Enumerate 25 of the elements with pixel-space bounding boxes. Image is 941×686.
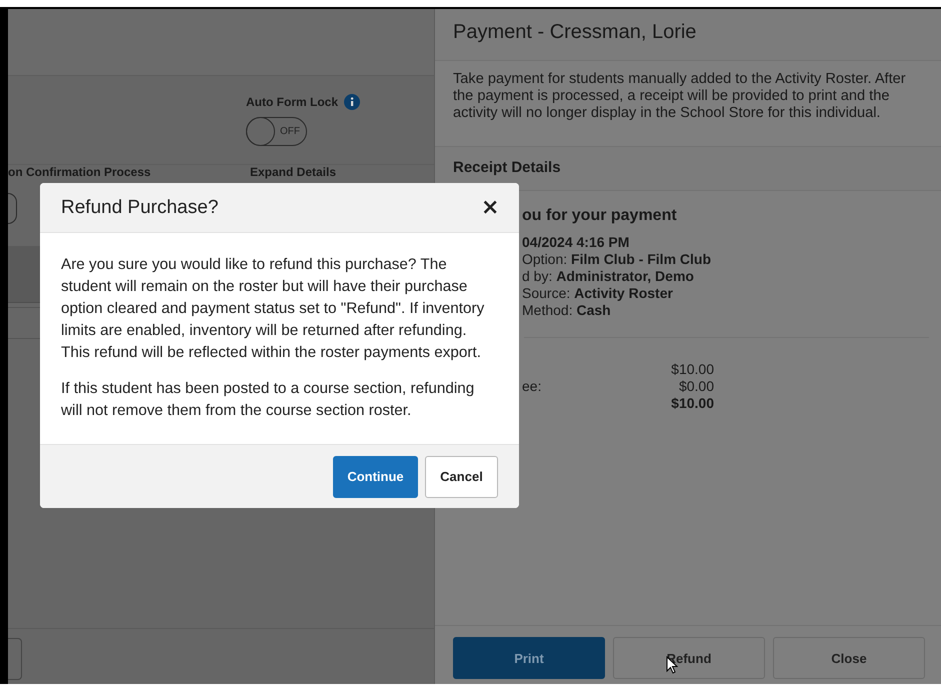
- partial-button[interactable]: [8, 638, 22, 680]
- button[interactable]: Close: [773, 637, 925, 679]
- field-label: Auto Form Lock: [246, 95, 338, 109]
- button[interactable]: Print: [453, 637, 605, 679]
- amount-label: ee:: [522, 378, 542, 394]
- toggle-switch[interactable]: OFF: [246, 117, 307, 146]
- continue-button[interactable]: Continue: [333, 456, 418, 498]
- receipt-line: d by: Administrator, Demo: [522, 268, 695, 285]
- dialog-text: If this student has been posted to a course section, refunding will not remove them from the course section roster.: [61, 379, 476, 421]
- amount-value: $10.00: [671, 395, 714, 411]
- receipt-date: 04/2024 4:16 PM: [522, 234, 630, 251]
- dialog-title: Refund Purchase?: [61, 196, 218, 218]
- receipt-heading: ou for your payment: [522, 207, 678, 225]
- close-button[interactable]: ×: [481, 195, 499, 220]
- receipt-line: Option: Film Club - Film Club: [522, 251, 712, 268]
- amount-value: $0.00: [678, 378, 714, 394]
- receipt-line: Method: Cash: [522, 302, 612, 319]
- info-icon[interactable]: [344, 94, 360, 110]
- cancel-button[interactable]: Cancel: [425, 456, 498, 498]
- column-label: Expand Details: [250, 165, 336, 177]
- receipt-line: Source: Activity Roster: [522, 285, 674, 302]
- toggle-switch[interactable]: [8, 193, 17, 224]
- column-label: on Confirmation Process: [8, 165, 152, 177]
- amount-value: $10.00: [671, 361, 714, 377]
- dialog-text: Are you sure you would like to refund this purchase? The student will remain on the roster but will have their purchase option cleared and payment status set to "Refund". If inventory limits are enabled, inventory will be returned after refunding. This refund will be reflected within the roster payments export.: [61, 255, 486, 363]
